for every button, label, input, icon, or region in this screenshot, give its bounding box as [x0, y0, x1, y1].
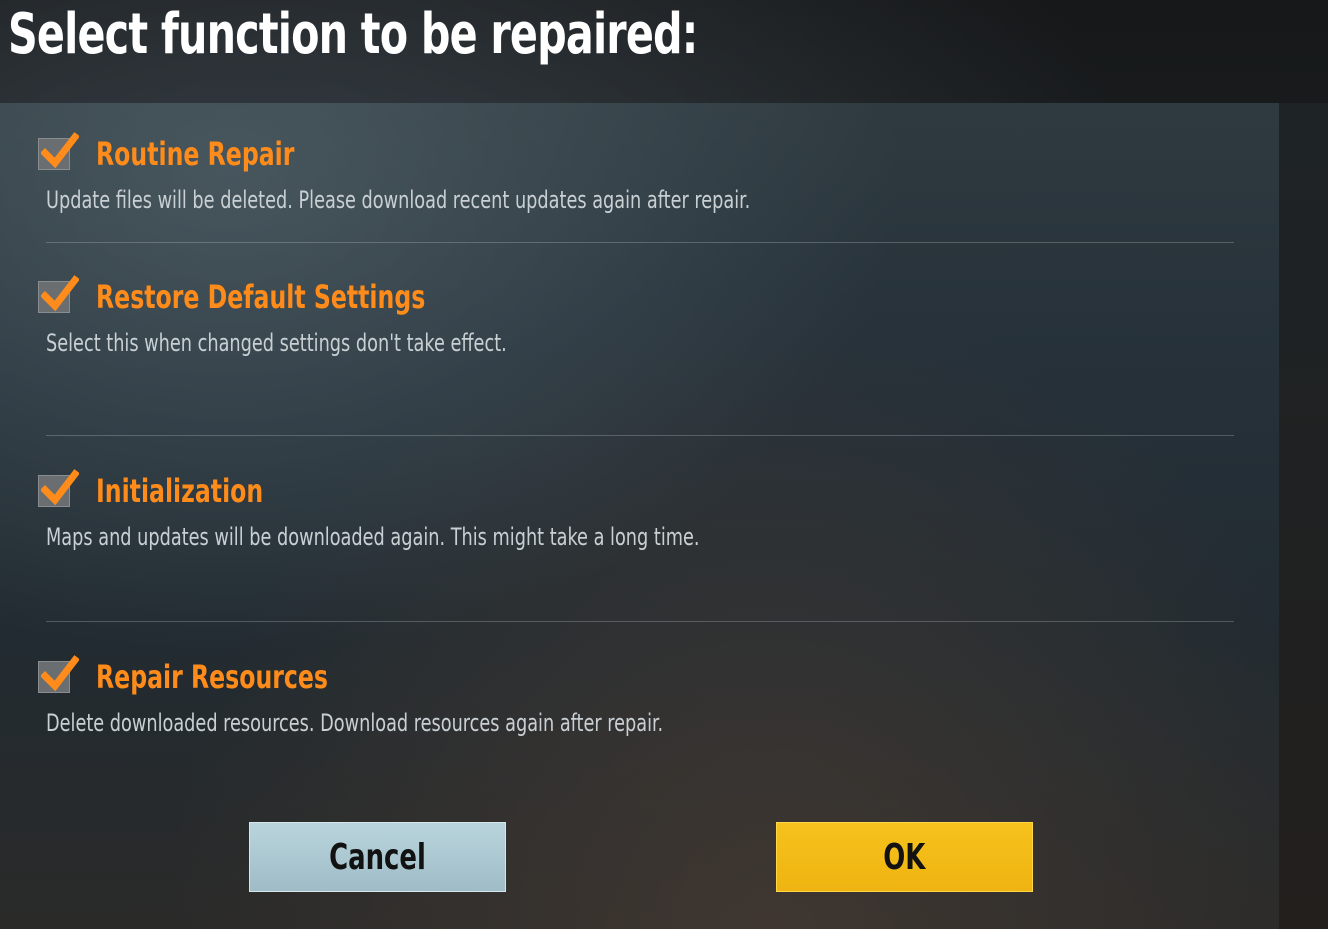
- checkbox-routine-repair[interactable]: [38, 132, 79, 170]
- ok-button-label: OK: [883, 836, 926, 878]
- option-header[interactable]: Initialization: [38, 469, 300, 513]
- option-label: Routine Repair: [96, 135, 295, 173]
- repair-options-panel: Routine Repair Update files will be dele…: [0, 103, 1279, 929]
- option-description: Delete downloaded resources. Download re…: [46, 709, 664, 737]
- page-title: Select function to be repaired:: [8, 2, 698, 67]
- option-label: Repair Resources: [96, 658, 328, 696]
- checkbox-repair-resources[interactable]: [38, 655, 79, 693]
- option-header[interactable]: Restore Default Settings: [38, 275, 498, 319]
- option-label: Initialization: [96, 472, 264, 510]
- cancel-button-label: Cancel: [329, 836, 426, 878]
- option-header[interactable]: Routine Repair: [38, 132, 338, 176]
- cancel-button[interactable]: Cancel: [249, 822, 506, 892]
- option-description: Update files will be deleted. Please dow…: [46, 186, 751, 214]
- divider: [46, 242, 1234, 243]
- side-strip: [1279, 103, 1328, 929]
- option-description: Select this when changed settings don't …: [46, 329, 507, 357]
- divider: [46, 435, 1234, 436]
- ok-button[interactable]: OK: [776, 822, 1033, 892]
- repair-screen: Select function to be repaired: Routine …: [0, 0, 1328, 929]
- option-description: Maps and updates will be downloaded agai…: [46, 523, 700, 551]
- checkbox-restore-default-settings[interactable]: [38, 275, 79, 313]
- checkmark-icon: [41, 275, 79, 312]
- checkbox-initialization[interactable]: [38, 469, 79, 507]
- divider: [46, 621, 1234, 622]
- checkmark-icon: [41, 655, 79, 692]
- checkmark-icon: [41, 469, 79, 506]
- option-header[interactable]: Repair Resources: [38, 655, 379, 699]
- checkmark-icon: [41, 132, 79, 169]
- option-label: Restore Default Settings: [96, 278, 426, 316]
